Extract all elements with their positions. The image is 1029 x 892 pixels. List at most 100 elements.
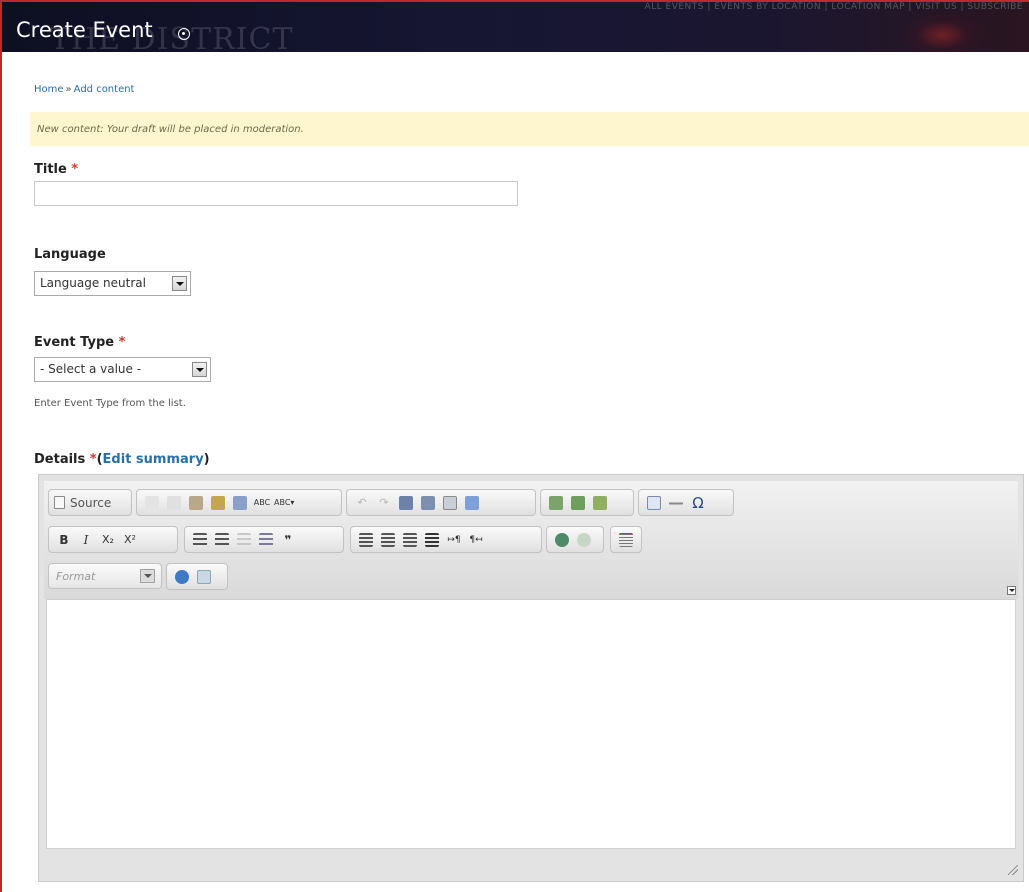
- title-label: Title *: [34, 162, 78, 177]
- copy-icon: [167, 495, 181, 510]
- collapse-toolbar-icon[interactable]: [1007, 586, 1016, 595]
- event-type-select[interactable]: - Select a value -: [34, 357, 211, 382]
- align-left-button[interactable]: [356, 530, 376, 550]
- header-glow: [897, 10, 987, 52]
- paste-icon: [189, 495, 203, 510]
- breadcrumb-add-content-link[interactable]: Add content: [74, 84, 135, 95]
- language-label: Language: [34, 247, 106, 262]
- details-label-text: Details: [34, 452, 86, 467]
- align-right-button[interactable]: [400, 530, 420, 550]
- media-icon: [593, 495, 607, 510]
- eraser-icon: [465, 495, 479, 510]
- page-break-icon: [619, 532, 633, 547]
- iframe-button[interactable]: [172, 567, 192, 587]
- source-button-label: Source: [70, 495, 112, 510]
- toolbar-group-source: Source: [48, 489, 132, 516]
- language-select-value: Language neutral: [40, 276, 146, 290]
- undo-button[interactable]: ↶: [352, 493, 372, 513]
- dropdown-arrow-icon: [192, 362, 207, 377]
- align-left-icon: [359, 532, 373, 547]
- teaser-break-button[interactable]: [616, 530, 636, 550]
- ltr-button[interactable]: ↦¶: [444, 530, 464, 550]
- toolbar-group-alignment: ↦¶ ¶↤: [350, 526, 542, 553]
- outdent-button[interactable]: [234, 530, 254, 550]
- special-char-button[interactable]: Ω: [688, 493, 708, 513]
- toolbar-group-clipboard: ABC ABC▾: [136, 489, 342, 516]
- flash-icon: [571, 495, 585, 510]
- link-button[interactable]: [552, 530, 572, 550]
- superscript-button[interactable]: X²: [120, 530, 140, 550]
- breadcrumb: Home» Add content: [34, 84, 134, 95]
- scissors-icon: [145, 495, 159, 510]
- event-type-help-text: Enter Event Type from the list.: [34, 398, 186, 409]
- justify-icon: [425, 532, 439, 547]
- format-dropdown[interactable]: Format: [48, 563, 162, 589]
- breadcrumb-home-link[interactable]: Home: [34, 84, 64, 95]
- toolbar-group-insert: Ω: [638, 489, 734, 516]
- replace-icon: [421, 495, 435, 510]
- align-center-button[interactable]: [378, 530, 398, 550]
- outdent-icon: [237, 532, 251, 547]
- resize-grip-icon[interactable]: [1008, 865, 1018, 875]
- bulleted-list-icon: [215, 532, 229, 547]
- paste-text-button[interactable]: [208, 493, 228, 513]
- table-button[interactable]: [644, 493, 664, 513]
- blockquote-button[interactable]: ❞: [278, 530, 298, 550]
- paste-button[interactable]: [186, 493, 206, 513]
- italic-button[interactable]: I: [76, 530, 96, 550]
- edit-summary-link[interactable]: Edit summary: [103, 452, 204, 467]
- image-button[interactable]: [546, 493, 566, 513]
- horizontal-rule-icon: [669, 495, 683, 510]
- unlink-button[interactable]: [574, 530, 594, 550]
- indent-button[interactable]: [256, 530, 276, 550]
- dropdown-arrow-icon: [172, 276, 187, 291]
- required-marker: *: [89, 452, 97, 467]
- copy-button[interactable]: [164, 493, 184, 513]
- flash-button[interactable]: [568, 493, 588, 513]
- paste-word-button[interactable]: [230, 493, 250, 513]
- subscript-button[interactable]: X₂: [98, 530, 118, 550]
- select-all-icon: [443, 495, 457, 510]
- language-select[interactable]: Language neutral: [34, 271, 191, 296]
- spellcheck-button[interactable]: ABC: [252, 493, 272, 513]
- left-border: [0, 0, 2, 892]
- source-button[interactable]: Source: [54, 493, 111, 513]
- title-input[interactable]: [34, 181, 518, 206]
- event-type-label-text: Event Type: [34, 335, 115, 350]
- header-top-links: ALL EVENTS | EVENTS BY LOCATION | LOCATI…: [644, 2, 1023, 12]
- toolbar-group-editing: ↶ ↷: [346, 489, 536, 516]
- toolbar-group-basic-styles: B I X₂ X²: [48, 526, 178, 553]
- bold-button[interactable]: B: [54, 530, 74, 550]
- details-label: Details *(Edit summary): [34, 452, 210, 467]
- required-marker: *: [71, 162, 79, 177]
- replace-button[interactable]: [418, 493, 438, 513]
- rtl-button[interactable]: ¶↤: [466, 530, 486, 550]
- bulleted-list-button[interactable]: [212, 530, 232, 550]
- numbered-list-icon: [193, 532, 207, 547]
- select-all-button[interactable]: [440, 493, 460, 513]
- editor-body[interactable]: [46, 599, 1016, 849]
- numbered-list-button[interactable]: [190, 530, 210, 550]
- required-marker: *: [118, 335, 126, 350]
- toolbar-group-pagebreak: [610, 526, 642, 553]
- spellcheck-as-you-type-button[interactable]: ABC▾: [274, 493, 294, 513]
- paste-word-icon: [233, 495, 247, 510]
- justify-button[interactable]: [422, 530, 442, 550]
- dropdown-arrow-icon: [140, 569, 155, 583]
- cut-button[interactable]: [142, 493, 162, 513]
- remove-format-button[interactable]: [462, 493, 482, 513]
- find-button[interactable]: [396, 493, 416, 513]
- redo-button[interactable]: ↷: [374, 493, 394, 513]
- media-button[interactable]: [590, 493, 610, 513]
- horizontal-rule-button[interactable]: [666, 493, 686, 513]
- paste-text-icon: [211, 495, 225, 510]
- unlink-icon: [577, 532, 591, 547]
- table-icon: [647, 495, 661, 510]
- format-dropdown-label: Format: [56, 570, 96, 583]
- breadcrumb-separator: »: [65, 84, 72, 95]
- event-type-select-value: - Select a value -: [40, 362, 142, 376]
- shortcut-icon[interactable]: [178, 28, 190, 40]
- templates-button[interactable]: [194, 567, 214, 587]
- title-label-text: Title: [34, 162, 67, 177]
- page-title: Create Event: [16, 18, 153, 42]
